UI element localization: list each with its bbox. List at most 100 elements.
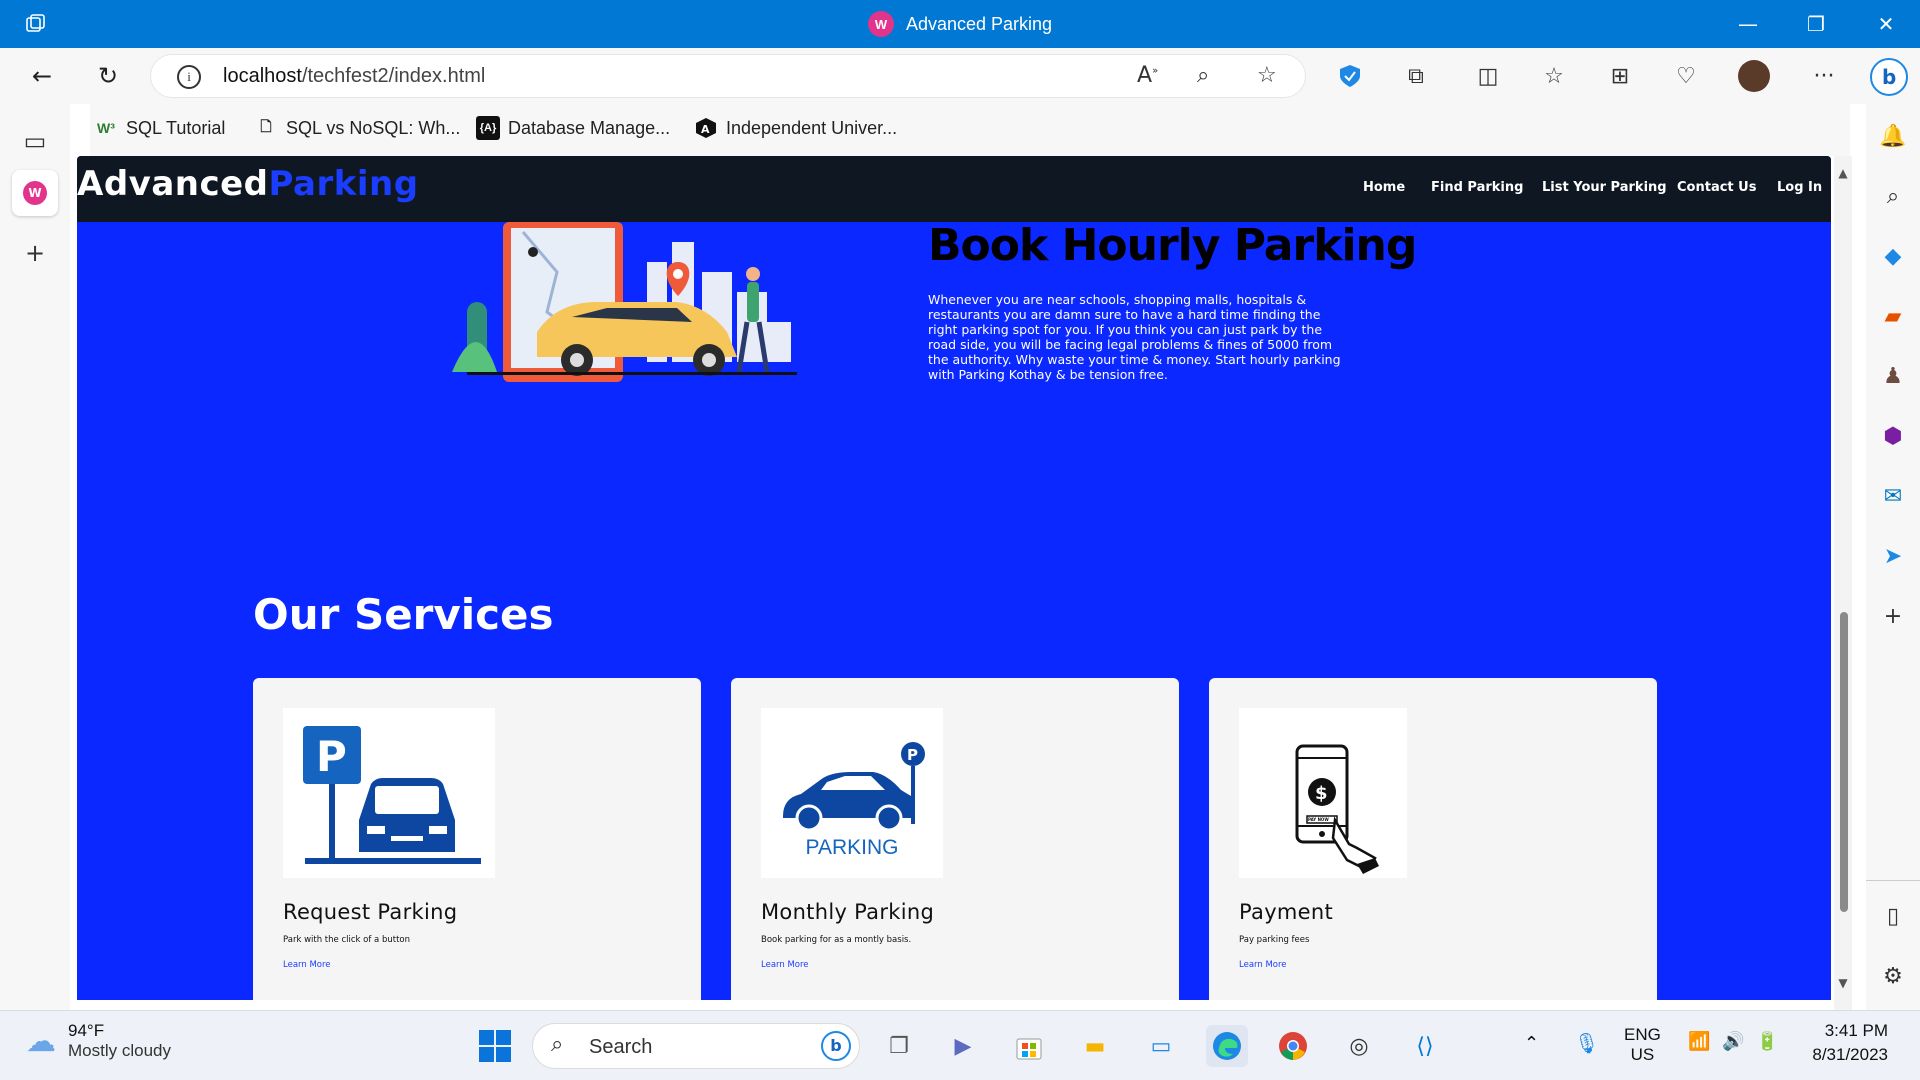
battery-icon[interactable]: 🔋	[1756, 1031, 1778, 1052]
search-icon: ⌕	[551, 1032, 564, 1057]
settings-gear-icon[interactable]: ⚙	[1877, 960, 1909, 992]
favorite-item[interactable]: W³ SQL Tutorial	[94, 116, 225, 140]
nav-contact-us[interactable]: Contact Us	[1677, 180, 1756, 195]
split-screen-icon[interactable]: ◫	[1472, 60, 1504, 92]
profile-avatar[interactable]	[1738, 60, 1770, 92]
back-button[interactable]: ←	[24, 58, 60, 94]
pay-now-image-text: PAY NOW	[1308, 817, 1329, 822]
close-button[interactable]: ✕	[1852, 0, 1920, 48]
scroll-up-arrow-icon[interactable]: ▲	[1836, 166, 1850, 180]
active-tab-icon[interactable]: W	[12, 170, 58, 216]
university-icon: A	[694, 116, 718, 140]
start-button[interactable]	[474, 1025, 516, 1067]
add-sidebar-app-icon[interactable]: +	[1877, 600, 1909, 632]
browser-essentials-icon[interactable]	[1334, 60, 1366, 92]
card-title: Request Parking	[283, 900, 458, 924]
svg-text:P: P	[907, 746, 918, 764]
favorites-bar: W³ SQL Tutorial 🗋 SQL vs NoSQL: Wh... {A} D…	[90, 104, 1850, 156]
shopping-tag-icon[interactable]: ◆	[1877, 240, 1909, 272]
learn-more-link[interactable]: Learn More	[1239, 960, 1287, 970]
service-card-request-parking: P Request Parking Park with the click of…	[253, 678, 701, 1000]
file-explorer-icon[interactable]: ▬	[1074, 1025, 1116, 1067]
sidebar-divider	[1866, 880, 1920, 881]
restore-button[interactable]: ❐	[1782, 0, 1850, 48]
browser-health-icon[interactable]: ♡	[1670, 60, 1702, 92]
clock-time: 3:41 PM	[1824, 1021, 1888, 1040]
nav-log-in[interactable]: Log In	[1777, 180, 1822, 195]
url-path: /techfest2/index.html	[301, 65, 486, 87]
games-icon[interactable]: ♟	[1877, 360, 1909, 392]
service-card-payment: $ PAY NOW Payment Pay parking fees Learn…	[1209, 678, 1657, 1000]
language-indicator[interactable]: ENG US	[1624, 1025, 1661, 1065]
edge-browser-icon[interactable]	[1206, 1025, 1248, 1067]
scrollbar-thumb[interactable]	[1840, 612, 1848, 912]
extensions-icon[interactable]: ⧉	[1400, 60, 1432, 92]
hero-illustration	[447, 222, 847, 382]
remote-desktop-icon[interactable]: ▭	[1140, 1025, 1182, 1067]
microphone-icon[interactable]: 🎙	[1574, 1031, 1599, 1056]
tools-icon[interactable]: ▰	[1877, 300, 1909, 332]
learn-more-link[interactable]: Learn More	[283, 960, 331, 970]
refresh-button[interactable]: ↻	[90, 58, 126, 94]
scroll-down-arrow-icon[interactable]: ▼	[1836, 976, 1850, 990]
tab-actions-icon[interactable]: ▭	[12, 118, 58, 164]
microsoft-365-icon[interactable]: ⬢	[1877, 420, 1909, 452]
nav-find-parking[interactable]: Find Parking	[1431, 180, 1523, 195]
edge-sidebar: 🔔 ⌕ ◆ ▰ ♟ ⬢ ✉ ➤ + ▯ ⚙	[1866, 104, 1920, 1010]
web-page-viewport: AdvancedParking Home Find Parking List Y…	[77, 156, 1831, 1000]
site-logo[interactable]: AdvancedParking	[77, 164, 419, 204]
minimize-button[interactable]: —	[1714, 0, 1782, 48]
card-description: Pay parking fees	[1239, 935, 1310, 945]
nav-list-your-parking[interactable]: List Your Parking	[1542, 180, 1667, 195]
lang-region: US	[1630, 1045, 1655, 1064]
notification-bell-icon[interactable]: 🔔	[1877, 120, 1909, 152]
w3schools-icon: W³	[97, 120, 115, 136]
favorites-icon[interactable]: ☆	[1538, 60, 1570, 92]
vs-code-icon[interactable]: ⟨⟩	[1404, 1025, 1446, 1067]
new-tab-icon[interactable]: +	[12, 230, 58, 276]
page-scrollbar[interactable]: ▲ ▼	[1834, 156, 1852, 1010]
favorite-item[interactable]: {A} Database Manage...	[476, 116, 670, 140]
read-aloud-icon[interactable]: A»	[1137, 63, 1158, 88]
outlook-icon[interactable]: ✉	[1877, 480, 1909, 512]
chrome-icon[interactable]	[1272, 1025, 1314, 1067]
hero-heading: Book Hourly Parking	[928, 220, 1417, 271]
learn-more-link[interactable]: Learn More	[761, 960, 809, 970]
address-bar[interactable]: i localhost/techfest2/index.html A» ⌕ ☆	[150, 54, 1306, 98]
favorite-label: Independent Univer...	[726, 117, 898, 138]
bing-icon: b	[821, 1031, 851, 1061]
collections-icon[interactable]: ⊞	[1604, 60, 1636, 92]
parking-image-text: PARKING	[805, 836, 899, 859]
taskbar-search[interactable]: ⌕ Search b	[532, 1023, 860, 1069]
favorite-item[interactable]: 🗋 SQL vs NoSQL: Wh...	[254, 116, 460, 140]
send-icon[interactable]: ➤	[1877, 540, 1909, 572]
hero-paragraph: Whenever you are near schools, shopping …	[928, 292, 1341, 382]
site-navbar: AdvancedParking Home Find Parking List Y…	[77, 156, 1831, 222]
browser-title-bar: W Advanced Parking — ❐ ✕	[0, 0, 1920, 48]
weather-widget[interactable]: ☁ 94°F Mostly cloudy	[26, 1021, 171, 1061]
wifi-icon[interactable]: 📶	[1688, 1031, 1710, 1052]
search-icon[interactable]: ⌕	[1877, 180, 1909, 212]
favorite-star-icon[interactable]: ☆	[1257, 63, 1277, 88]
clock[interactable]: 3:41 PM 8/31/2023	[1804, 1021, 1888, 1065]
microsoft-store-icon[interactable]	[1008, 1025, 1050, 1067]
hide-sidebar-icon[interactable]: ▯	[1877, 900, 1909, 932]
site-info-icon[interactable]: i	[177, 65, 201, 89]
database-site-icon: {A}	[476, 116, 500, 140]
zoom-icon[interactable]: ⌕	[1197, 63, 1209, 88]
svg-text:b: b	[1882, 65, 1896, 89]
favorite-item[interactable]: A Independent Univer...	[694, 116, 897, 140]
favorite-label: SQL Tutorial	[126, 117, 226, 138]
show-hidden-icons-chevron[interactable]: ⌃	[1524, 1033, 1539, 1054]
web-app-icon: W	[867, 11, 894, 37]
teams-chat-icon[interactable]: ▶	[942, 1025, 984, 1067]
volume-icon[interactable]: 🔊	[1722, 1031, 1744, 1052]
url-text[interactable]: localhost/techfest2/index.html	[223, 65, 485, 88]
task-view-icon[interactable]: ❐	[878, 1025, 920, 1067]
app-icon-circle[interactable]: ◎	[1338, 1025, 1380, 1067]
copilot-icon[interactable]: b	[1866, 54, 1912, 100]
card-title: Monthly Parking	[761, 900, 935, 924]
more-options-icon[interactable]: ···	[1808, 60, 1840, 92]
logo-part-2: Parking	[268, 164, 419, 204]
nav-home[interactable]: Home	[1363, 180, 1405, 195]
